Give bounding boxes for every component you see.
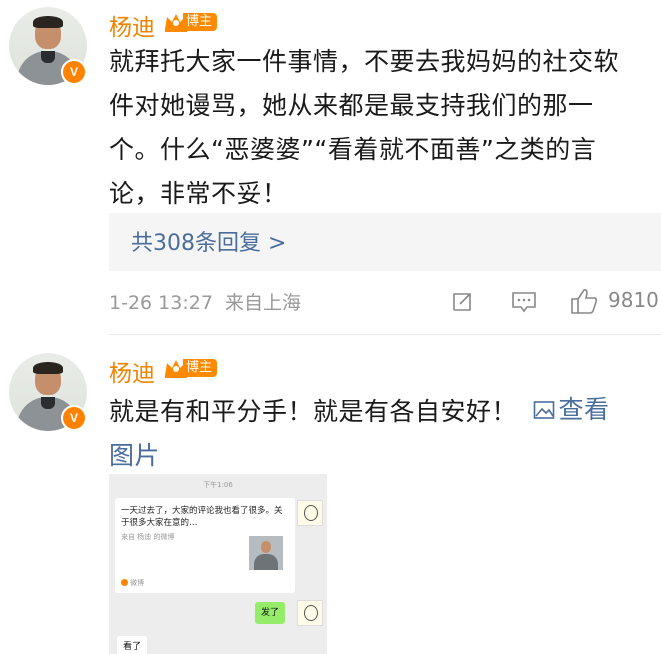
crown-icon	[165, 14, 187, 32]
thumbs-up-icon[interactable]	[569, 287, 599, 315]
card-text: 一天过去了，大家的评论我也看了很多。关于很多大家在意的…	[121, 506, 283, 528]
sent-message: 发了	[255, 602, 286, 624]
post-text-line: 就拜托大家一件事情，不要去我妈妈的社交软	[109, 47, 620, 76]
like-count: 9810	[608, 288, 659, 312]
card-footer: 微博	[121, 578, 144, 588]
username[interactable]: 杨迪	[109, 8, 155, 42]
post-text-line: 图片	[109, 434, 661, 478]
replies-box: 共308条回复 >	[109, 213, 661, 271]
blogger-badge: 博主	[163, 11, 218, 33]
post-text-line: 就是有和平分手！就是有各自安好！ 查看	[109, 388, 661, 434]
chat-avatar	[297, 600, 323, 626]
card-photo	[249, 536, 283, 570]
location: 来自上海	[224, 292, 301, 314]
verified-icon: V	[61, 59, 87, 85]
post-text-line: 件对她谩骂，她从来都是最支持我们的那一	[109, 91, 594, 120]
view-image-link[interactable]: 查看	[533, 388, 609, 432]
shared-post-card: 一天过去了，大家的评论我也看了很多。关于很多大家在意的… 来自 杨迪 的微博 微…	[115, 498, 295, 593]
comment-icon[interactable]	[511, 290, 537, 314]
received-message: 看了	[117, 636, 148, 654]
view-image-label[interactable]: 查看	[558, 388, 609, 432]
post-text-line: 论，非常不妥！	[109, 179, 288, 208]
divider	[109, 334, 661, 335]
post-text: 就是有和平分手！就是有各自安好！ 查看 图片	[109, 388, 661, 478]
username[interactable]: 杨迪	[109, 354, 155, 388]
weibo-icon	[121, 579, 128, 586]
blogger-badge: 博主	[163, 357, 218, 379]
crown-icon	[165, 360, 187, 378]
view-image-label-cont[interactable]: 图片	[109, 441, 160, 470]
verified-icon: V	[61, 405, 87, 431]
card-footer-label: 微博	[130, 579, 144, 587]
post-text: 就拜托大家一件事情，不要去我妈妈的社交软 件对她谩骂，她从来都是最支持我们的那一…	[109, 40, 661, 216]
post-image[interactable]: 下午1:06 一天过去了，大家的评论我也看了很多。关于很多大家在意的… 来自 杨…	[109, 474, 327, 654]
image-icon	[534, 401, 555, 419]
chat-time: 下午1:06	[203, 481, 233, 489]
chat-avatar	[297, 500, 323, 526]
repost-icon[interactable]	[450, 290, 474, 314]
timestamp: 1-26 13:27	[109, 292, 213, 314]
post-text-content: 就是有和平分手！就是有各自安好！	[109, 397, 518, 426]
post-meta: 1-26 13:27 来自上海	[109, 288, 301, 315]
replies-link[interactable]: 共308条回复 >	[131, 225, 286, 257]
card-source: 来自 杨迪 的微博	[121, 533, 175, 541]
post-text-line: 个。什么“恶婆婆”“看着就不面善”之类的言	[109, 135, 597, 164]
